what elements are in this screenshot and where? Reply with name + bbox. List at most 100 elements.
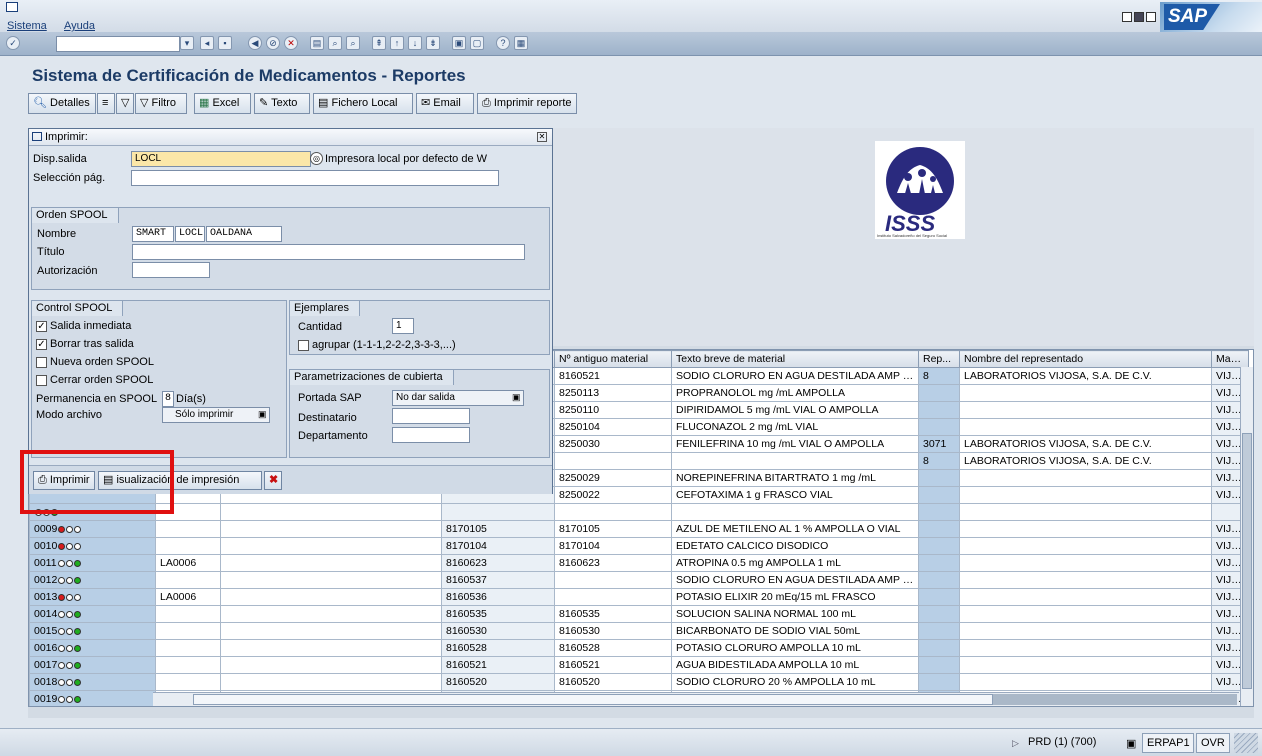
- row-position-cell[interactable]: 0009: [29, 520, 156, 538]
- modo-archivo-select[interactable]: Sólo imprimir: [162, 407, 270, 423]
- email-button[interactable]: ✉ Email: [416, 93, 474, 114]
- row-position-cell[interactable]: 0016: [29, 639, 156, 657]
- print-icon[interactable]: ▤: [310, 36, 324, 50]
- row-position-cell[interactable]: 0011: [29, 554, 156, 572]
- header-old-material[interactable]: Nº antiguo material: [554, 350, 672, 368]
- row-position-cell[interactable]: 0013: [29, 588, 156, 606]
- representado-cell: [959, 605, 1212, 623]
- search-help-icon[interactable]: ◎: [310, 152, 323, 165]
- header-text[interactable]: Texto breve de material: [671, 350, 919, 368]
- table-row[interactable]: 0012 8160537 SODIO CLORURO EN AGUA DESTILA…: [29, 571, 1249, 589]
- excel-button[interactable]: ▦ Excel: [194, 93, 251, 114]
- modo-dropdown-icon[interactable]: ▣: [258, 409, 267, 420]
- table-row[interactable]: 0011 LA0006 8160623 8160623 ATROPINA 0.5 mg …: [29, 554, 1249, 572]
- seleccion-pag-field[interactable]: [131, 170, 499, 186]
- first-page-icon[interactable]: ⇞: [372, 36, 386, 50]
- header-rep[interactable]: Rep...: [918, 350, 960, 368]
- cancel-icon[interactable]: ✕: [284, 36, 298, 50]
- table-row[interactable]: 0013 LA0006 8160536 POTASIO ELIXIR 20 mEq/1…: [29, 588, 1249, 606]
- destinatario-field[interactable]: [392, 408, 470, 424]
- menu-sistema[interactable]: Sistema: [7, 20, 47, 32]
- row-position-cell[interactable]: 0019: [29, 690, 156, 706]
- license-cell: [155, 673, 221, 691]
- table-row[interactable]: 0009 8170105 8170105 AZUL DE METILENO AL 1 …: [29, 520, 1249, 538]
- permanencia-unit: Día(s): [176, 393, 206, 405]
- autorizacion-field[interactable]: [132, 262, 210, 278]
- cantidad-field[interactable]: 1: [392, 318, 414, 334]
- vertical-scroll-thumb[interactable]: [1242, 433, 1252, 689]
- row-position-cell[interactable]: 0014: [29, 605, 156, 623]
- find-icon[interactable]: ⌕: [328, 36, 342, 50]
- back-icon[interactable]: ◀: [248, 36, 262, 50]
- agrupar-checkbox[interactable]: [298, 340, 309, 351]
- blank-cell: [220, 571, 442, 589]
- enter-icon[interactable]: ✓: [6, 36, 20, 50]
- resize-grip-icon[interactable]: [1234, 733, 1258, 753]
- material-text-cell: SODIO CLORURO 20 % AMPOLLA 10 mL: [671, 673, 919, 691]
- salida-inmediata-checkbox[interactable]: ✓: [36, 321, 47, 332]
- portada-select[interactable]: No dar salida: [392, 390, 524, 406]
- row-position-cell[interactable]: 0018: [29, 673, 156, 691]
- fichero-local-button[interactable]: ▤ Fichero Local: [313, 93, 413, 114]
- representado-cell: LABORATORIOS VIJOSA, S.A. DE C.V.: [959, 435, 1212, 453]
- help-icon[interactable]: ?: [496, 36, 510, 50]
- save-icon[interactable]: ▪: [218, 36, 232, 50]
- permanencia-field[interactable]: 8: [162, 391, 174, 407]
- table-row[interactable]: 0017 8160521 8160521 AGUA BIDESTILADA AMPOL…: [29, 656, 1249, 674]
- minimize-icon[interactable]: [1122, 12, 1132, 22]
- filtro-button[interactable]: ▽ Filtro: [135, 93, 187, 114]
- table-row[interactable]: 0018 8160520 8160520 SODIO CLORURO 20 % AMP…: [29, 673, 1249, 691]
- table-row[interactable]: 0010 8170104 8170104 EDETATO CALCICO DISODI…: [29, 537, 1249, 555]
- texto-button[interactable]: ✎ Texto: [254, 93, 310, 114]
- row-position-cell[interactable]: 0017: [29, 656, 156, 674]
- portada-dropdown-icon[interactable]: ▣: [512, 392, 521, 403]
- prev-page-icon[interactable]: ↑: [390, 36, 404, 50]
- horizontal-scroll-thumb[interactable]: [193, 694, 993, 705]
- command-field[interactable]: [56, 36, 180, 52]
- borrar-checkbox[interactable]: ✓: [36, 339, 47, 350]
- material-text-cell: NOREPINEFRINA BITARTRATO 1 mg /mL: [671, 469, 919, 487]
- status-info-icon[interactable]: ▣: [1126, 737, 1136, 750]
- titulo-field[interactable]: [132, 244, 525, 260]
- window-menu-icon[interactable]: [6, 2, 18, 12]
- table-row[interactable]: 0016 8160528 8160528 POTASIO CLORURO AMPOLL…: [29, 639, 1249, 657]
- table-row[interactable]: 0015 8160530 8160530 BICARBONATO DE SODIO V…: [29, 622, 1249, 640]
- rep-cell: [918, 588, 960, 606]
- next-page-icon[interactable]: ↓: [408, 36, 422, 50]
- vertical-scrollbar[interactable]: [1240, 367, 1253, 706]
- menu-ayuda[interactable]: Ayuda: [64, 20, 95, 32]
- cerrar-orden-checkbox[interactable]: [36, 375, 47, 386]
- close-window-icon[interactable]: [1146, 12, 1156, 22]
- detalles-button[interactable]: 🔍︎ Detalles: [28, 93, 96, 114]
- nueva-orden-checkbox[interactable]: [36, 357, 47, 368]
- nombre-field-2[interactable]: LOCL: [175, 226, 205, 242]
- last-page-icon[interactable]: ⇟: [426, 36, 440, 50]
- back-arrow-icon[interactable]: ◂: [200, 36, 214, 50]
- command-dropdown-icon[interactable]: ▾: [180, 36, 194, 50]
- layout-icon[interactable]: ▦: [514, 36, 528, 50]
- shortcut-icon[interactable]: ▢: [470, 36, 484, 50]
- nombre-field-1[interactable]: SMART: [132, 226, 174, 242]
- status-expand-icon[interactable]: ▷: [1012, 738, 1019, 749]
- departamento-field[interactable]: [392, 427, 470, 443]
- header-marca[interactable]: Marca.: [1211, 350, 1249, 368]
- cancel-button[interactable]: ✖: [264, 471, 282, 490]
- new-session-icon[interactable]: ▣: [452, 36, 466, 50]
- table-row[interactable]: 0014 8160535 8160535 SOLUCION SALINA NORMAL…: [29, 605, 1249, 623]
- exit-icon[interactable]: ⊘: [266, 36, 280, 50]
- imprimir-reporte-button[interactable]: ⎙ Imprimir reporte: [477, 93, 577, 114]
- nombre-field-3[interactable]: OALDANA: [206, 226, 282, 242]
- sort-asc-button[interactable]: ≡: [97, 93, 115, 114]
- dialog-close-icon[interactable]: ✕: [537, 132, 547, 142]
- disp-salida-field[interactable]: LOCL: [131, 151, 311, 167]
- maximize-icon[interactable]: [1134, 12, 1144, 22]
- sort-desc-button[interactable]: ▽: [116, 93, 134, 114]
- row-position-cell[interactable]: 0012: [29, 571, 156, 589]
- header-representado[interactable]: Nombre del representado: [959, 350, 1212, 368]
- status-light-icon: [66, 627, 74, 635]
- row-position-cell[interactable]: 0010: [29, 537, 156, 555]
- horizontal-scrollbar[interactable]: [153, 692, 1239, 706]
- find-next-icon[interactable]: ⌕: [346, 36, 360, 50]
- table-row[interactable]: [29, 503, 1249, 521]
- row-position-cell[interactable]: 0015: [29, 622, 156, 640]
